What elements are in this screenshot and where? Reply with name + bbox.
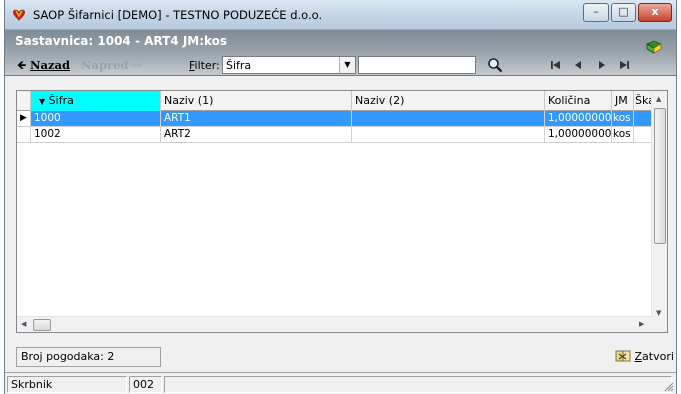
grid-header-row: ▼ Šifra Naziv (1) Naziv (2) Količina JM … — [17, 91, 653, 111]
next-record-icon[interactable] — [595, 58, 609, 72]
column-header-kolicina[interactable]: Količina — [545, 91, 612, 111]
cell-naziv2[interactable] — [352, 127, 545, 143]
book-icon[interactable] — [646, 40, 662, 54]
toolbar: 🡸 Nazad Napred ⇨ Filter: Šifra ▼ — [5, 54, 676, 76]
horizontal-scroll-thumb[interactable] — [33, 319, 51, 331]
app-icon — [13, 9, 25, 21]
module-header: Sastavnica: 1004 - ART4 JM:kos 🡸 Nazad N… — [5, 30, 676, 76]
cell-sifra[interactable]: 1002 — [31, 127, 161, 143]
row-indicator — [17, 127, 31, 143]
row-indicator: ▶ — [17, 111, 31, 127]
vertical-scroll-thumb[interactable] — [654, 108, 666, 244]
title-bar[interactable]: SAOP Šifarnici [DEMO] - TESTNO PODUZEĆE … — [5, 0, 676, 30]
page-title: Sastavnica: 1004 - ART4 JM:kos — [15, 34, 228, 48]
cell-naziv1[interactable]: ART1 — [161, 111, 352, 127]
status-empty-panel — [164, 376, 672, 393]
filter-value: Šifra — [226, 59, 252, 72]
scroll-down-icon[interactable]: ▼ — [656, 309, 661, 317]
back-label: Nazad — [30, 58, 70, 72]
close-window-button[interactable]: x — [638, 3, 672, 22]
column-header-sifra[interactable]: ▼ Šifra — [31, 91, 161, 111]
window-title: SAOP Šifarnici [DEMO] - TESTNO PODUZEĆE … — [33, 8, 323, 22]
table-row[interactable]: ▶ 1000 ART1 1,000000000 kos — [17, 111, 653, 127]
results-count: Broj pogodaka: 2 — [16, 347, 161, 367]
close-button[interactable]: Zatvori — [615, 349, 674, 367]
horizontal-scrollbar[interactable]: ◀ ▶ — [17, 316, 653, 332]
dropdown-arrow-icon[interactable]: ▼ — [339, 57, 355, 73]
column-header-naziv2[interactable]: Naziv (2) — [352, 91, 545, 111]
data-grid[interactable]: ▼ Šifra Naziv (1) Naziv (2) Količina JM … — [16, 90, 668, 333]
previous-record-icon[interactable] — [571, 58, 585, 72]
sort-down-icon: ▼ — [39, 97, 46, 106]
cell-jm[interactable]: kos — [612, 127, 634, 143]
search-icon[interactable] — [487, 57, 503, 73]
scroll-left-icon[interactable]: ◀ — [21, 320, 26, 328]
vertical-scrollbar[interactable]: ▲ ▼ — [651, 91, 667, 332]
filter-select[interactable]: Šifra ▼ — [222, 56, 356, 74]
maximize-button[interactable]: □ — [611, 3, 636, 22]
filter-label: Filter: — [189, 59, 220, 72]
forward-button[interactable]: Napred ⇨ — [81, 58, 142, 72]
status-user-label: Skrbnik — [7, 376, 127, 393]
close-book-icon — [615, 350, 631, 362]
cell-jm[interactable]: kos — [612, 111, 634, 127]
cell-naziv2[interactable] — [352, 111, 545, 127]
last-record-icon[interactable] — [617, 58, 631, 72]
cell-sifra[interactable]: 1000 — [31, 111, 161, 127]
minimize-button[interactable]: – — [583, 3, 609, 22]
cell-naziv1[interactable]: ART2 — [161, 127, 352, 143]
row-indicator-header — [17, 91, 31, 111]
first-record-icon[interactable] — [549, 58, 563, 72]
back-button[interactable]: 🡸 Nazad — [17, 58, 70, 77]
cell-kolicina[interactable]: 1,000000000 — [545, 127, 612, 143]
status-user-code: 002 — [129, 376, 162, 393]
cell-kolicina[interactable]: 1,000000000 — [545, 111, 612, 127]
arrow-left-icon: 🡸 — [17, 58, 27, 72]
column-header-jm[interactable]: JM — [612, 91, 634, 111]
resize-grip-icon[interactable] — [662, 380, 674, 392]
column-header-naziv1[interactable]: Naziv (1) — [161, 91, 352, 111]
table-row[interactable]: 1002 ART2 1,000000000 kos — [17, 127, 653, 143]
search-input[interactable] — [358, 56, 476, 74]
app-window: SAOP Šifarnici [DEMO] - TESTNO PODUZEĆE … — [4, 0, 677, 394]
arrow-right-icon: ⇨ — [132, 58, 142, 72]
status-bar: Skrbnik 002 — [5, 372, 676, 394]
scroll-right-icon[interactable]: ▶ — [639, 320, 644, 328]
scroll-up-icon[interactable]: ▲ — [656, 95, 661, 103]
forward-label: Napred — [81, 58, 129, 72]
